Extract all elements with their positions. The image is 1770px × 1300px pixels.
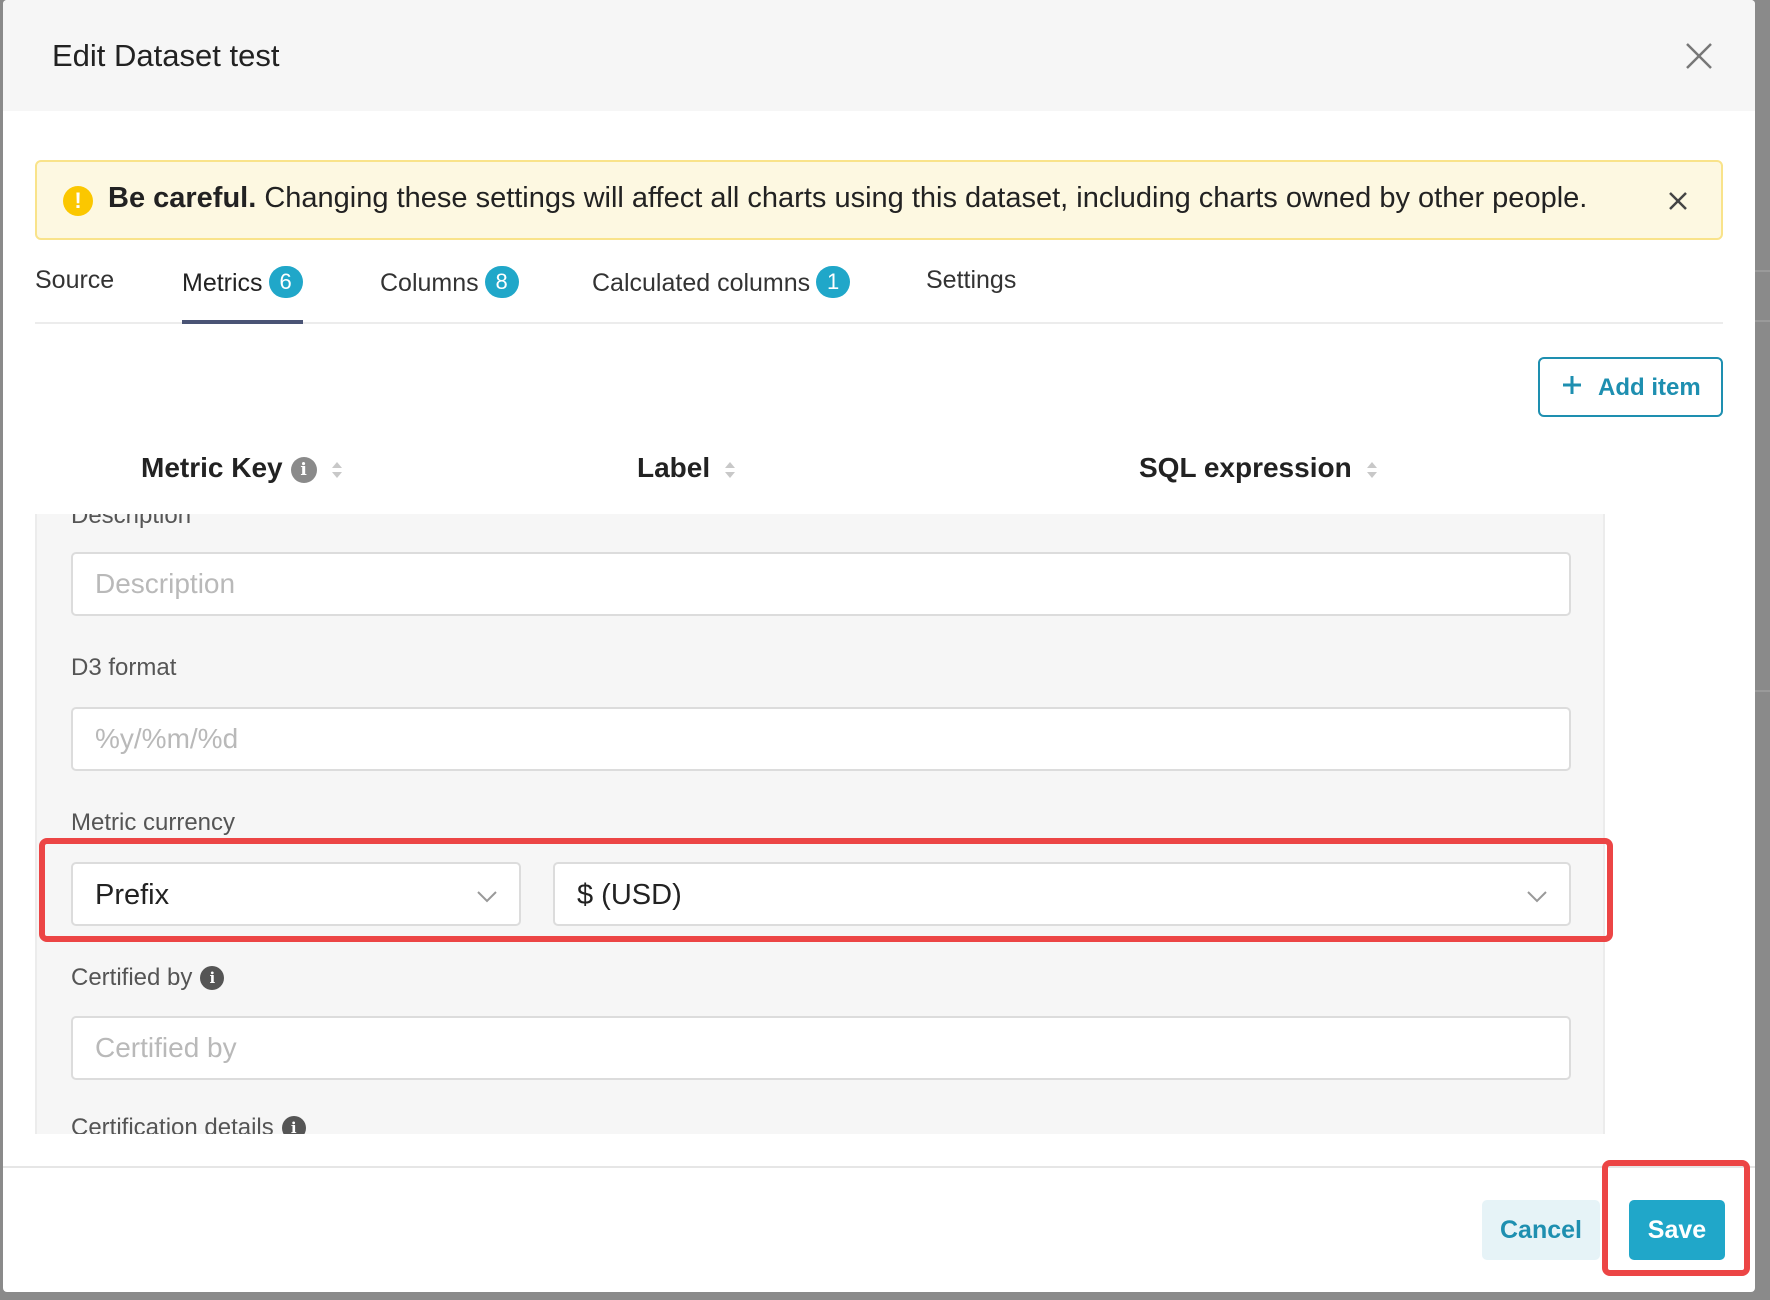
- certified-by-text: Certified by: [71, 964, 193, 991]
- tab-settings[interactable]: Settings: [926, 266, 1016, 324]
- alert-title: Be careful.: [108, 182, 257, 214]
- column-header-metric-key[interactable]: Metric Key i: [141, 452, 343, 484]
- info-icon[interactable]: i: [281, 1116, 306, 1134]
- chevron-down-icon: [1527, 891, 1547, 903]
- tab-label: Columns: [380, 269, 479, 297]
- column-header-sql-expression[interactable]: SQL expression: [1139, 452, 1378, 484]
- plus-icon: [1563, 376, 1581, 394]
- tab-label: Calculated columns: [592, 269, 811, 297]
- info-icon[interactable]: i: [290, 457, 317, 483]
- metric-currency-label: Metric currency: [71, 809, 236, 836]
- warning-alert: ! Be careful. Changing these settings wi…: [35, 160, 1723, 240]
- add-item-button[interactable]: Add item: [1538, 357, 1723, 417]
- save-button[interactable]: Save: [1629, 1200, 1725, 1260]
- currency-select[interactable]: $ (USD): [553, 862, 1571, 926]
- add-item-label: Add item: [1598, 374, 1701, 401]
- tab-calculated-columns[interactable]: Calculated columns 1: [592, 266, 851, 324]
- modal-title: Edit Dataset test: [52, 38, 280, 73]
- alert-close-icon[interactable]: [1663, 186, 1693, 216]
- tab-label: Metrics: [182, 269, 263, 297]
- currency-position-select[interactable]: Prefix: [71, 862, 521, 926]
- count-badge: 1: [816, 266, 851, 298]
- d3-format-label: D3 format: [71, 654, 177, 681]
- footer-divider: [3, 1166, 1755, 1168]
- column-header-label[interactable]: Label: [637, 452, 736, 484]
- sort-icon[interactable]: [724, 458, 736, 482]
- description-label: Description: [71, 514, 192, 529]
- modal-header: Edit Dataset test: [3, 0, 1755, 111]
- tab-bar: Source Metrics 6 Columns 8 Calculated colu…: [35, 262, 1723, 324]
- tab-label: Source: [35, 266, 115, 294]
- count-badge: 8: [484, 266, 519, 298]
- select-value: $ (USD): [577, 879, 682, 911]
- alert-body: Changing these settings will affect all …: [256, 182, 1588, 214]
- column-header-label: Metric Key: [141, 452, 283, 483]
- select-value: Prefix: [95, 879, 170, 911]
- close-icon[interactable]: [1681, 38, 1717, 74]
- d3-format-field[interactable]: [71, 707, 1571, 771]
- metric-detail-panel: Description D3 format Metric currency Pr…: [35, 514, 1605, 1134]
- sort-icon[interactable]: [331, 458, 343, 482]
- count-badge: 6: [268, 266, 303, 298]
- chevron-down-icon: [477, 891, 497, 903]
- tab-label: Settings: [926, 266, 1017, 294]
- tab-metrics[interactable]: Metrics 6: [182, 266, 303, 324]
- certified-by-field[interactable]: [71, 1016, 1571, 1080]
- sort-icon[interactable]: [1366, 458, 1378, 482]
- tab-columns[interactable]: Columns 8: [380, 266, 519, 324]
- certification-details-text: Certification details: [71, 1114, 274, 1134]
- cancel-button[interactable]: Cancel: [1482, 1200, 1600, 1260]
- edit-dataset-modal: Edit Dataset test ! Be careful. Changing…: [3, 0, 1755, 1292]
- warning-icon: !: [63, 186, 93, 216]
- info-icon[interactable]: i: [200, 966, 225, 990]
- certification-details-label: Certification details i: [71, 1114, 306, 1134]
- column-header-label: Label: [637, 452, 711, 483]
- alert-message: Be careful. Changing these settings will…: [108, 182, 1587, 215]
- description-field[interactable]: [71, 552, 1571, 616]
- tab-source[interactable]: Source: [35, 266, 114, 324]
- column-header-label: SQL expression: [1139, 452, 1352, 483]
- certified-by-label: Certified by i: [71, 964, 225, 992]
